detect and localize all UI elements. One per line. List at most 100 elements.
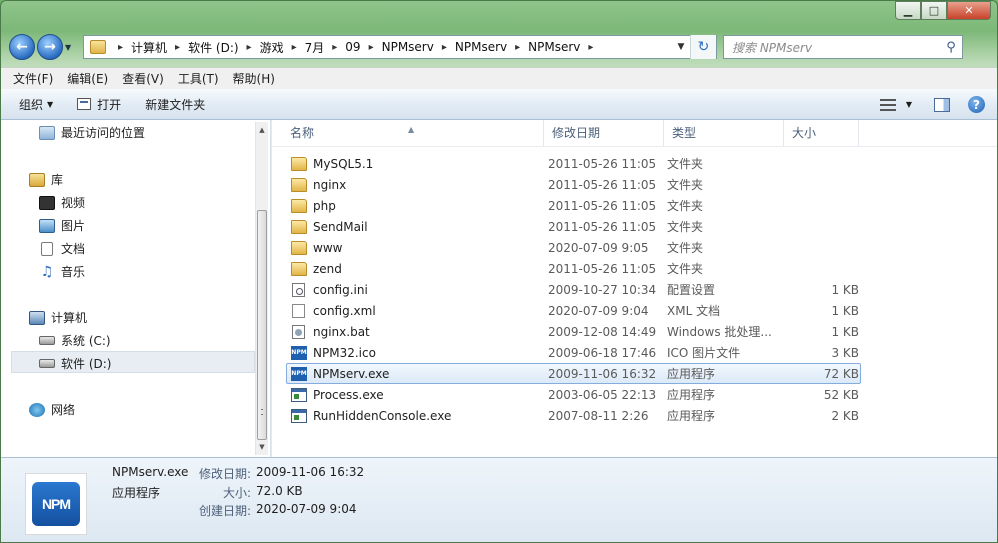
breadcrumb-computer[interactable]: 计算机 <box>131 39 167 56</box>
menu-view[interactable]: 查看(V) <box>122 70 164 87</box>
open-button[interactable]: 打开 <box>77 96 121 113</box>
breadcrumb-npmserv-3[interactable]: NPMserv <box>528 40 580 54</box>
chevron-right-icon[interactable]: ▸ <box>175 42 180 53</box>
bat-icon <box>292 324 305 339</box>
table-row[interactable]: MySQL5.1 2011-05-26 11:05 文件夹 <box>286 153 861 174</box>
sidebar-item-recent[interactable]: 最近访问的位置 <box>39 124 145 141</box>
file-type: 文件夹 <box>667 220 704 234</box>
chevron-right-icon[interactable]: ▸ <box>118 42 123 53</box>
recent-pages-dropdown[interactable]: ▼ <box>65 43 77 52</box>
column-date[interactable]: 修改日期 <box>544 120 664 146</box>
minimize-button[interactable]: ▁ <box>895 1 921 20</box>
organize-label: 组织 <box>19 97 44 112</box>
breadcrumb-09[interactable]: 09 <box>345 40 360 54</box>
sidebar-item-label: 视频 <box>61 196 86 210</box>
table-row[interactable]: php 2011-05-26 11:05 文件夹 <box>286 195 861 216</box>
table-row[interactable]: config.xml 2020-07-09 9:04 XML 文档 1 KB <box>286 300 861 321</box>
view-options-dropdown[interactable]: ▼ <box>906 100 912 109</box>
sidebar-item-music[interactable]: ♫ 音乐 <box>39 263 85 280</box>
address-bar[interactable]: ▸ 计算机 ▸ 软件 (D:) ▸ 游戏 ▸ 7月 ▸ 09 ▸ NPMserv… <box>83 35 717 59</box>
explorer-window: ▁ □ ✕ ← → ▼ ▸ 计算机 ▸ 软件 (D:) ▸ 游戏 ▸ 7月 ▸ … <box>0 0 998 543</box>
table-row[interactable]: config.ini 2009-10-27 10:34 配置设置 1 KB <box>286 279 861 300</box>
table-row[interactable]: RunHiddenConsole.exe 2007-08-11 2:26 应用程序 2… <box>286 405 861 426</box>
file-date: 2009-12-08 14:49 <box>548 324 657 339</box>
menu-edit[interactable]: 编辑(E) <box>67 70 108 87</box>
sidebar-item-drive-c[interactable]: 系统 (C:) <box>39 332 111 349</box>
file-type: Windows 批处理... <box>667 325 772 339</box>
search-placeholder: 搜索 NPMserv <box>732 40 813 55</box>
recent-places-icon <box>39 125 55 140</box>
file-name: www <box>313 240 343 255</box>
menu-tools[interactable]: 工具(T) <box>178 70 219 87</box>
search-icon[interactable]: ⚲ <box>940 40 962 55</box>
new-folder-button[interactable]: 新建文件夹 <box>145 96 205 113</box>
sidebar-item-drive-d[interactable]: 软件 (D:) <box>39 355 111 372</box>
sidebar-item-documents[interactable]: 文档 <box>39 240 85 257</box>
search-input[interactable]: 搜索 NPMserv ⚲ <box>723 35 963 59</box>
table-row[interactable]: NPM NPMserv.exe 2009-11-06 16:32 应用程序 72 KB <box>286 363 861 384</box>
sidebar-item-label: 音乐 <box>61 265 86 279</box>
table-row[interactable]: SendMail 2011-05-26 11:05 文件夹 <box>286 216 861 237</box>
column-name[interactable]: ▲ 名称 <box>272 120 544 146</box>
preview-pane-icon[interactable] <box>934 97 950 112</box>
file-name: SendMail <box>313 219 368 234</box>
table-row[interactable]: www 2020-07-09 9:05 文件夹 <box>286 237 861 258</box>
scroll-down-icon[interactable]: ▼ <box>256 439 268 455</box>
music-icon: ♫ <box>40 263 54 280</box>
npm-icon: NPM <box>291 366 307 381</box>
address-history-dropdown[interactable]: ▼ <box>672 42 690 52</box>
sidebar-item-video[interactable]: 视频 <box>39 194 85 211</box>
chevron-right-icon[interactable]: ▸ <box>292 42 297 53</box>
chevron-right-icon[interactable]: ▸ <box>369 42 374 53</box>
chevron-down-icon: ▼ <box>47 99 54 109</box>
breadcrumb-games[interactable]: 游戏 <box>260 39 284 56</box>
navigation-bar: ← → ▼ ▸ 计算机 ▸ 软件 (D:) ▸ 游戏 ▸ 7月 ▸ 09 ▸ N… <box>9 32 991 62</box>
sidebar-item-libraries[interactable]: 库 <box>29 171 63 188</box>
forward-button[interactable]: → <box>37 34 63 60</box>
close-button[interactable]: ✕ <box>947 1 991 20</box>
back-button[interactable]: ← <box>9 34 35 60</box>
chevron-right-icon[interactable]: ▸ <box>247 42 252 53</box>
sidebar-item-pictures[interactable]: 图片 <box>39 217 85 234</box>
menu-file[interactable]: 文件(F) <box>13 70 53 87</box>
chevron-right-icon[interactable]: ▸ <box>332 42 337 53</box>
table-row[interactable]: nginx.bat 2009-12-08 14:49 Windows 批处理... 1… <box>286 321 861 342</box>
file-name-cell: config.ini <box>287 282 547 297</box>
forward-arrow-icon: → <box>44 39 56 55</box>
sidebar-scrollbar[interactable]: ▲ ▼ <box>255 122 268 455</box>
chevron-right-icon[interactable]: ▸ <box>588 42 593 53</box>
sidebar-item-computer[interactable]: 计算机 <box>29 309 87 326</box>
help-icon[interactable]: ? <box>968 96 985 113</box>
refresh-button[interactable]: ↻ <box>690 35 716 59</box>
chevron-right-icon[interactable]: ▸ <box>515 42 520 53</box>
caption-buttons: ▁ □ ✕ <box>895 1 991 20</box>
scroll-up-icon[interactable]: ▲ <box>256 122 268 138</box>
breadcrumb-drive-d[interactable]: 软件 (D:) <box>188 39 238 56</box>
change-view-icon[interactable] <box>879 98 896 111</box>
column-size[interactable]: 大小 <box>784 120 859 146</box>
scrollbar-thumb[interactable] <box>257 210 267 440</box>
exe-icon <box>291 387 307 402</box>
file-name-cell: www <box>287 240 547 255</box>
chevron-right-icon[interactable]: ▸ <box>442 42 447 53</box>
organize-button[interactable]: 组织 ▼ <box>19 96 53 113</box>
table-row[interactable]: nginx 2011-05-26 11:05 文件夹 <box>286 174 861 195</box>
folder-icon <box>291 261 307 276</box>
table-row[interactable]: NPM NPM32.ico 2009-06-18 17:46 ICO 图片文件 3 KB <box>286 342 861 363</box>
table-row[interactable]: zend 2011-05-26 11:05 文件夹 <box>286 258 861 279</box>
computer-icon <box>29 310 45 325</box>
breadcrumb-july[interactable]: 7月 <box>305 39 325 56</box>
sidebar-item-label: 软件 (D:) <box>61 357 112 371</box>
maximize-button[interactable]: □ <box>921 1 947 20</box>
column-type[interactable]: 类型 <box>664 120 784 146</box>
breadcrumb-npmserv-2[interactable]: NPMserv <box>455 40 507 54</box>
sidebar-item-network[interactable]: 网络 <box>29 401 75 418</box>
sort-ascending-icon: ▲ <box>408 125 415 134</box>
file-date: 2020-07-09 9:05 <box>548 240 649 255</box>
exe-icon <box>291 408 307 423</box>
table-row[interactable]: Process.exe 2003-06-05 22:13 应用程序 52 KB <box>286 384 861 405</box>
file-name: NPM32.ico <box>313 345 376 360</box>
breadcrumb-npmserv-1[interactable]: NPMserv <box>382 40 434 54</box>
file-name: nginx.bat <box>313 324 370 339</box>
menu-help[interactable]: 帮助(H) <box>233 70 275 87</box>
